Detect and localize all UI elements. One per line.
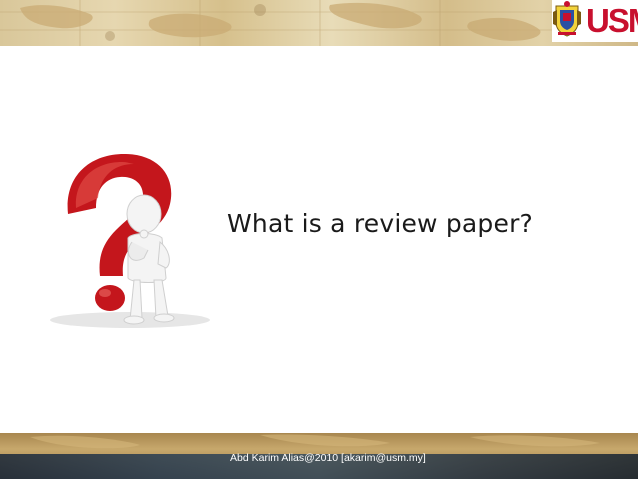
usm-logo: USM bbox=[552, 0, 638, 42]
header-map-banner: USM bbox=[0, 0, 638, 46]
usm-crest-icon bbox=[553, 1, 581, 37]
usm-logo-text: USM bbox=[586, 2, 638, 39]
slide-title: What is a review paper? bbox=[227, 209, 534, 238]
map-texture bbox=[0, 0, 638, 46]
thinking-person-question-mark-icon bbox=[50, 154, 210, 328]
footer-credit: Abd Karim Alias@2010 [akarim@usm.my] bbox=[230, 452, 426, 464]
slide: USM What is a review paper? bbox=[0, 0, 638, 479]
